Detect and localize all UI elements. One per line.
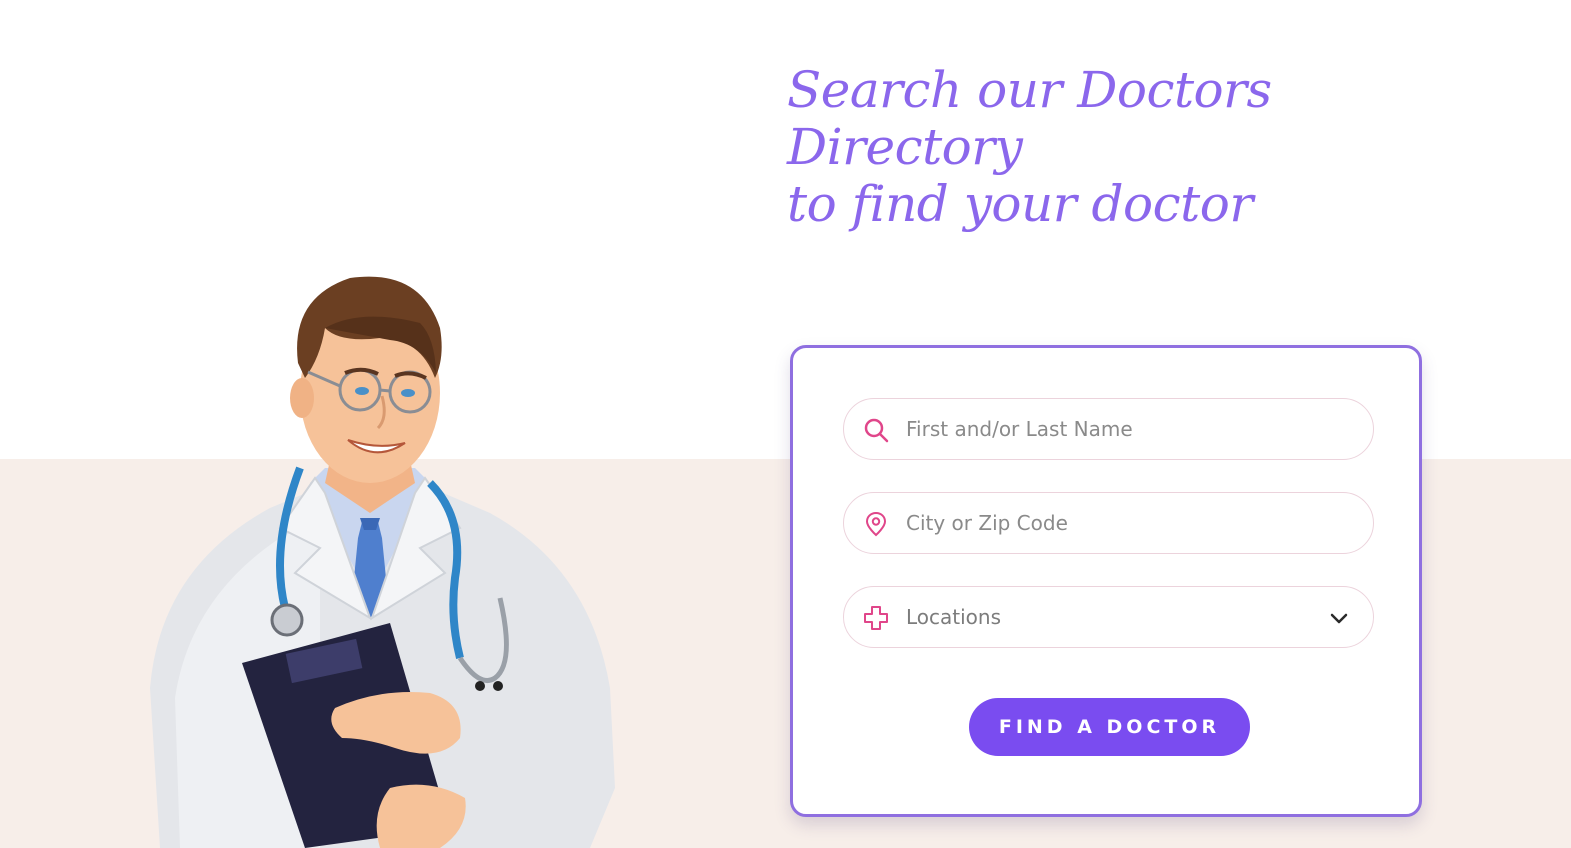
heading-line-3: to find your doctor	[787, 175, 1253, 233]
name-field[interactable]	[843, 398, 1374, 460]
search-icon	[864, 418, 889, 443]
medical-cross-icon	[864, 606, 888, 630]
map-pin-icon	[865, 511, 887, 537]
heading-line-2: Directory	[787, 118, 1023, 176]
doctor-illustration	[150, 276, 615, 848]
locations-select[interactable]: Locations	[843, 586, 1374, 648]
doctor-search-card: Locations FIND A DOCTOR	[790, 345, 1422, 817]
name-input[interactable]	[906, 399, 1346, 459]
page-heading: Search our Doctors Directory to find you…	[787, 62, 1487, 233]
heading-line-1: Search our Doctors	[787, 61, 1272, 119]
find-doctor-button[interactable]: FIND A DOCTOR	[969, 698, 1250, 756]
city-zip-input[interactable]	[906, 493, 1346, 553]
page: Search our Doctors Directory to find you…	[0, 0, 1571, 848]
locations-select-value: Locations	[906, 605, 1002, 629]
location-field[interactable]	[843, 492, 1374, 554]
chevron-down-icon[interactable]	[1327, 606, 1351, 630]
